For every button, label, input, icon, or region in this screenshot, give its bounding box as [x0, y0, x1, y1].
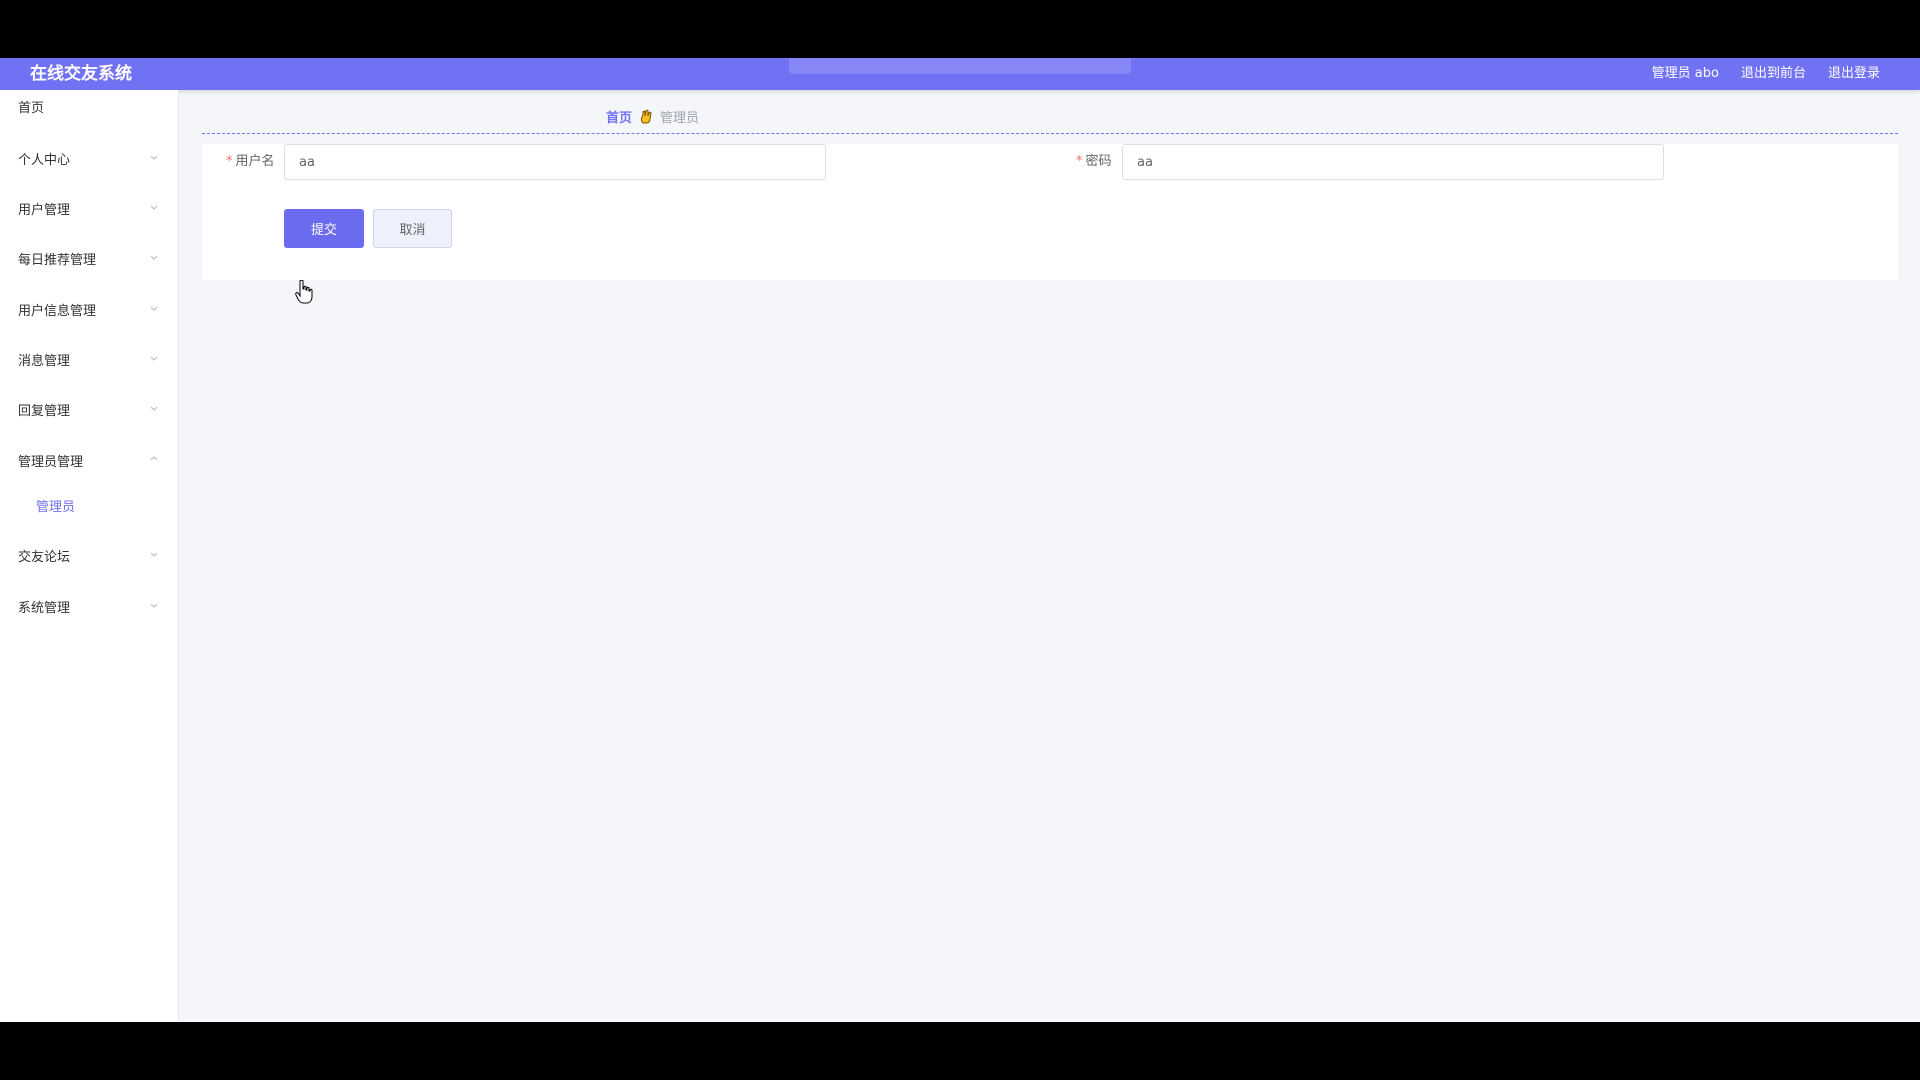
- sidebar-item-label: 用户信息管理: [18, 303, 97, 319]
- header-center-bar: [789, 58, 1131, 74]
- sidebar-item-user-management[interactable]: 用户管理: [0, 193, 179, 223]
- password-input[interactable]: [1122, 144, 1664, 180]
- letterbox-top: [0, 0, 1920, 58]
- hand-pointer-cursor-icon: [295, 279, 313, 304]
- sidebar-item-system[interactable]: 系统管理: [0, 591, 179, 621]
- username-label-text: 用户名: [235, 154, 275, 169]
- sidebar-item-label: 用户管理: [18, 202, 71, 218]
- chevron-down-icon: [149, 549, 159, 559]
- sidebar-item-replies[interactable]: 回复管理: [0, 394, 179, 424]
- app-title: 在线交友系统: [30, 64, 132, 84]
- sidebar-item-label: 回复管理: [18, 403, 71, 419]
- sidebar-subitem-label: 管理员: [36, 499, 76, 515]
- sidebar-subitem-admin[interactable]: 管理员: [0, 490, 179, 520]
- sidebar-item-daily-recommend[interactable]: 每日推荐管理: [0, 243, 179, 273]
- current-user: 管理员 abo: [1651, 66, 1719, 81]
- required-mark: *: [226, 154, 233, 169]
- sidebar-item-label: 交友论坛: [18, 549, 71, 565]
- chevron-down-icon: [149, 152, 159, 162]
- sidebar-item-label: 消息管理: [18, 353, 71, 369]
- cancel-button[interactable]: 取消: [373, 209, 452, 248]
- chevron-down-icon: [149, 303, 159, 313]
- sidebar-item-admin-management[interactable]: 管理员管理: [0, 445, 179, 475]
- admin-edit-form: *用户名 *密码 提交 取消: [202, 144, 1898, 280]
- sidebar-item-forum[interactable]: 交友论坛: [0, 540, 179, 570]
- exit-to-frontend-link[interactable]: 退出到前台: [1741, 64, 1806, 84]
- password-label-text: 密码: [1085, 154, 1112, 169]
- hand-icon: [638, 109, 654, 125]
- chevron-down-icon: [149, 202, 159, 212]
- sidebar-item-label: 管理员管理: [18, 454, 84, 470]
- required-mark: *: [1076, 154, 1083, 169]
- sidebar-item-messages[interactable]: 消息管理: [0, 344, 179, 374]
- sidebar-item-user-info[interactable]: 用户信息管理: [0, 294, 179, 324]
- chevron-down-icon: [149, 353, 159, 363]
- breadcrumb-divider: [202, 133, 1898, 134]
- sidebar-item-home[interactable]: 首页: [0, 91, 179, 121]
- logout-link[interactable]: 退出登录: [1828, 64, 1880, 84]
- sidebar-item-label: 系统管理: [18, 600, 71, 616]
- letterbox-bottom: [0, 1022, 1920, 1080]
- breadcrumb-home-link[interactable]: 首页: [606, 107, 632, 126]
- password-label: * 密码: [1076, 144, 1112, 180]
- sidebar-item-label: 个人中心: [18, 152, 71, 168]
- header-actions: 管理员 abo 退出到前台 退出登录: [1652, 64, 1880, 84]
- app-window: 在线交友系统 管理员 abo 退出到前台 退出登录 首页 个人中心 用户管理 每…: [0, 58, 1920, 1022]
- chevron-up-icon: [149, 454, 159, 464]
- username-label: * 用户名: [226, 144, 275, 180]
- sidebar: 首页 个人中心 用户管理 每日推荐管理 用户信息管理 消息管理 回复管理 管理员…: [0, 90, 179, 1022]
- top-header: 在线交友系统 管理员 abo 退出到前台 退出登录: [0, 58, 1920, 90]
- sidebar-item-profile[interactable]: 个人中心: [0, 143, 179, 173]
- username-input[interactable]: [284, 144, 826, 180]
- sidebar-item-label: 每日推荐管理: [18, 252, 97, 268]
- chevron-down-icon: [149, 403, 159, 413]
- breadcrumb: 首页 管理员: [606, 107, 699, 126]
- submit-button[interactable]: 提交: [284, 209, 364, 248]
- breadcrumb-current: 管理员: [660, 111, 700, 126]
- chevron-down-icon: [149, 252, 159, 262]
- chevron-down-icon: [149, 600, 159, 610]
- sidebar-item-label: 首页: [18, 100, 45, 116]
